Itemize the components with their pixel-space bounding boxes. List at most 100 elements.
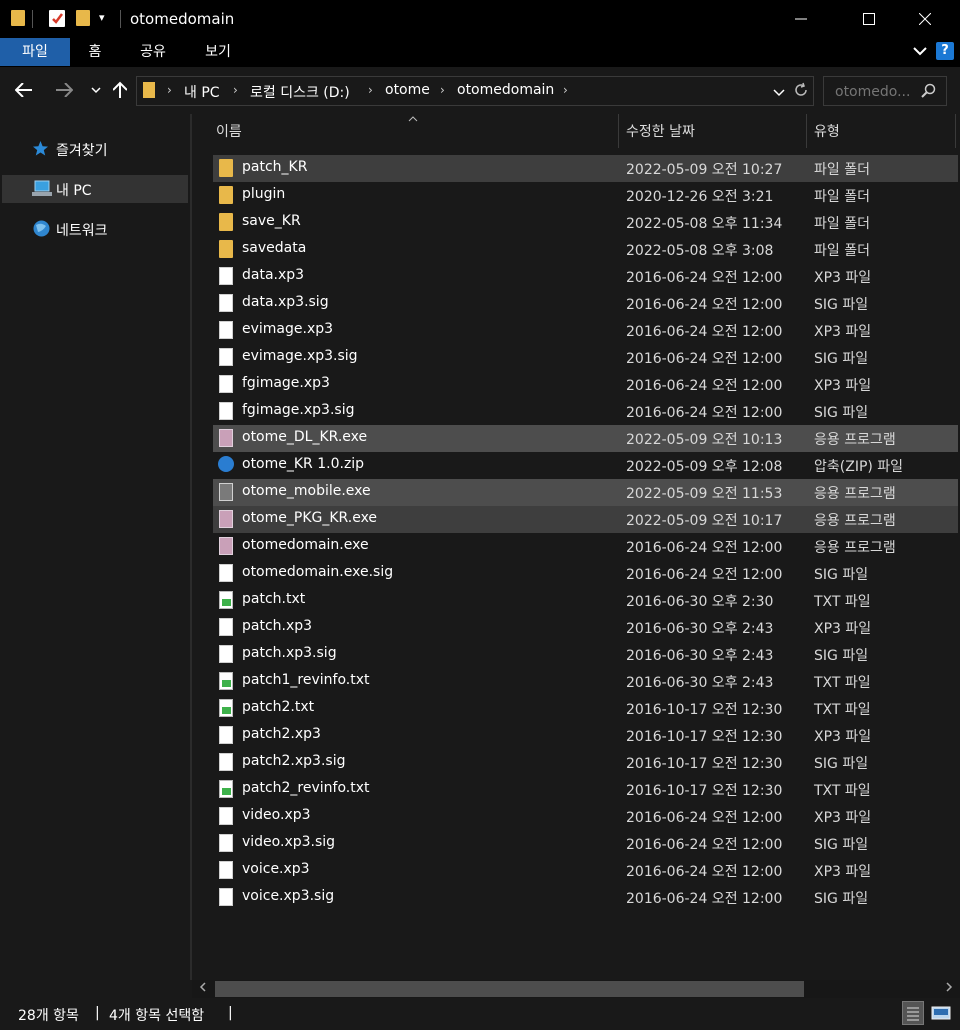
file-row[interactable]: data.xp3 2016-06-24 오전 12:00 XP3 파일: [213, 263, 958, 290]
file-date: 2016-10-17 오전 12:30: [626, 783, 783, 799]
breadcrumb-otomedomain[interactable]: otomedomain: [457, 82, 554, 98]
file-row[interactable]: patch.txt 2016-06-30 오후 2:30 TXT 파일: [213, 587, 958, 614]
file-name: patch_KR: [242, 159, 308, 175]
file-name: patch.txt: [242, 591, 306, 607]
search-box[interactable]: [823, 76, 947, 107]
folder-icon: [219, 213, 233, 231]
search-icon[interactable]: [921, 83, 936, 102]
item-count: 28개 항목: [18, 1008, 79, 1024]
maximize-button[interactable]: [846, 0, 892, 38]
nav-item-quick-access[interactable]: 즐겨찾기: [2, 135, 188, 163]
file-row[interactable]: otome_mobile.exe 2022-05-09 오전 11:53 응용 프로…: [213, 479, 958, 506]
file-row[interactable]: evimage.xp3.sig 2016-06-24 오전 12:00 SIG 파일: [213, 344, 958, 371]
search-input[interactable]: [824, 77, 929, 107]
nav-item-label: 내 PC: [56, 183, 92, 199]
breadcrumb-otome[interactable]: otome: [385, 82, 430, 98]
quick-access-dropdown-icon[interactable]: ▾: [99, 11, 105, 24]
chevron-right-icon[interactable]: ›: [563, 83, 568, 97]
file-row[interactable]: otome_PKG_KR.exe 2022-05-09 오전 10:17 응용 프로…: [213, 506, 958, 533]
minimize-button[interactable]: [778, 0, 824, 38]
chevron-right-icon[interactable]: ›: [167, 83, 172, 97]
chevron-right-icon[interactable]: ›: [233, 83, 238, 97]
scroll-left-icon[interactable]: [196, 982, 210, 996]
file-date: 2022-05-08 오후 11:34: [626, 216, 783, 232]
file-row[interactable]: otome_DL_KR.exe 2022-05-09 오전 10:13 응용 프로그…: [213, 425, 958, 452]
file-type: 응용 프로그램: [814, 540, 896, 556]
file-date: 2016-06-30 오후 2:43: [626, 621, 774, 637]
file-date: 2016-06-30 오후 2:43: [626, 675, 774, 691]
address-history-icon[interactable]: [773, 85, 785, 101]
file-row[interactable]: patch2_revinfo.txt 2016-10-17 오전 12:30 TXT…: [213, 776, 958, 803]
file-row[interactable]: savedata 2022-05-08 오후 3:08 파일 폴더: [213, 236, 958, 263]
file-row[interactable]: video.xp3.sig 2016-06-24 오전 12:00 SIG 파일: [213, 830, 958, 857]
file-row[interactable]: fgimage.xp3.sig 2016-06-24 오전 12:00 SIG 파일: [213, 398, 958, 425]
tab-share[interactable]: 공유: [126, 38, 180, 66]
file-row[interactable]: patch2.xp3 2016-10-17 오전 12:30 XP3 파일: [213, 722, 958, 749]
details-view-icon[interactable]: [902, 1001, 924, 1025]
expand-ribbon-icon[interactable]: [912, 43, 928, 59]
new-folder-icon[interactable]: [76, 10, 90, 26]
large-icons-view-icon[interactable]: [930, 1001, 952, 1025]
column-separator[interactable]: [806, 114, 807, 148]
help-icon[interactable]: ?: [936, 42, 954, 60]
file-row[interactable]: video.xp3 2016-06-24 오전 12:00 XP3 파일: [213, 803, 958, 830]
file-row[interactable]: patch2.txt 2016-10-17 오전 12:30 TXT 파일: [213, 695, 958, 722]
column-header-date[interactable]: 수정한 날짜: [626, 121, 695, 141]
back-button[interactable]: [12, 78, 36, 102]
file-row[interactable]: patch2.xp3.sig 2016-10-17 오전 12:30 SIG 파일: [213, 749, 958, 776]
chevron-right-icon[interactable]: ›: [440, 83, 445, 97]
breadcrumb-this-pc[interactable]: 내 PC: [184, 82, 220, 102]
close-button[interactable]: [902, 0, 948, 38]
file-date: 2016-06-24 오전 12:00: [626, 891, 783, 907]
tab-view[interactable]: 보기: [192, 38, 244, 66]
status-separator: |: [228, 1005, 233, 1021]
app-mobile-icon: [219, 483, 233, 501]
refresh-icon[interactable]: [793, 82, 809, 102]
file-row[interactable]: patch1_revinfo.txt 2016-06-30 오후 2:43 TXT …: [213, 668, 958, 695]
recent-locations-icon[interactable]: [84, 78, 108, 102]
file-row[interactable]: otome_KR 1.0.zip 2022-05-09 오후 12:08 압축(ZI…: [213, 452, 958, 479]
file-row[interactable]: patch.xp3.sig 2016-06-30 오후 2:43 SIG 파일: [213, 641, 958, 668]
tab-file[interactable]: 파일: [0, 38, 70, 66]
up-button[interactable]: [108, 78, 132, 102]
file-type: 압축(ZIP) 파일: [814, 459, 904, 475]
column-header-name[interactable]: 이름: [216, 121, 242, 141]
file-name: otomedomain.exe.sig: [242, 564, 394, 580]
star-icon: [32, 140, 49, 161]
file-row[interactable]: data.xp3.sig 2016-06-24 오전 12:00 SIG 파일: [213, 290, 958, 317]
file-row[interactable]: save_KR 2022-05-08 오후 11:34 파일 폴더: [213, 209, 958, 236]
file-row[interactable]: patch_KR 2022-05-09 오전 10:27 파일 폴더: [213, 155, 958, 182]
file-name: otome_DL_KR.exe: [242, 429, 368, 445]
column-separator[interactable]: [618, 114, 619, 148]
file-date: 2016-06-24 오전 12:00: [626, 810, 783, 826]
file-row[interactable]: voice.xp3.sig 2016-06-24 오전 12:00 SIG 파일: [213, 884, 958, 911]
file-row[interactable]: evimage.xp3 2016-06-24 오전 12:00 XP3 파일: [213, 317, 958, 344]
folder-icon: [219, 186, 233, 204]
file-row[interactable]: otomedomain.exe 2016-06-24 오전 12:00 응용 프로그…: [213, 533, 958, 560]
scrollbar-thumb[interactable]: [215, 981, 804, 997]
column-header-type[interactable]: 유형: [814, 121, 840, 141]
file-date: 2016-10-17 오전 12:30: [626, 702, 783, 718]
file-type: 파일 폴더: [814, 162, 870, 178]
file-row[interactable]: plugin 2020-12-26 오전 3:21 파일 폴더: [213, 182, 958, 209]
file-row[interactable]: patch.xp3 2016-06-30 오후 2:43 XP3 파일: [213, 614, 958, 641]
file-row[interactable]: otomedomain.exe.sig 2016-06-24 오전 12:00 SI…: [213, 560, 958, 587]
file-row[interactable]: voice.xp3 2016-06-24 오전 12:00 XP3 파일: [213, 857, 958, 884]
forward-button[interactable]: [52, 78, 76, 102]
properties-icon[interactable]: [49, 10, 65, 27]
breadcrumb-local-disk[interactable]: 로컬 디스크 (D:): [250, 82, 350, 102]
file-name: video.xp3: [242, 807, 311, 823]
file-name: patch.xp3: [242, 618, 313, 634]
file-name: otome_PKG_KR.exe: [242, 510, 378, 526]
toolbar-divider: [32, 10, 33, 28]
nav-item-this-pc[interactable]: 내 PC: [2, 175, 188, 203]
chevron-right-icon[interactable]: ›: [368, 83, 373, 97]
file-icon: [219, 348, 233, 366]
nav-item-network[interactable]: 네트워크: [2, 215, 188, 243]
folder-icon: [143, 82, 155, 98]
scroll-right-icon[interactable]: [942, 982, 956, 996]
tab-home[interactable]: 홈: [72, 38, 118, 66]
column-separator[interactable]: [955, 114, 956, 148]
file-row[interactable]: fgimage.xp3 2016-06-24 오전 12:00 XP3 파일: [213, 371, 958, 398]
address-bar[interactable]: › 내 PC › 로컬 디스크 (D:) › otome › otomedoma…: [136, 76, 814, 106]
